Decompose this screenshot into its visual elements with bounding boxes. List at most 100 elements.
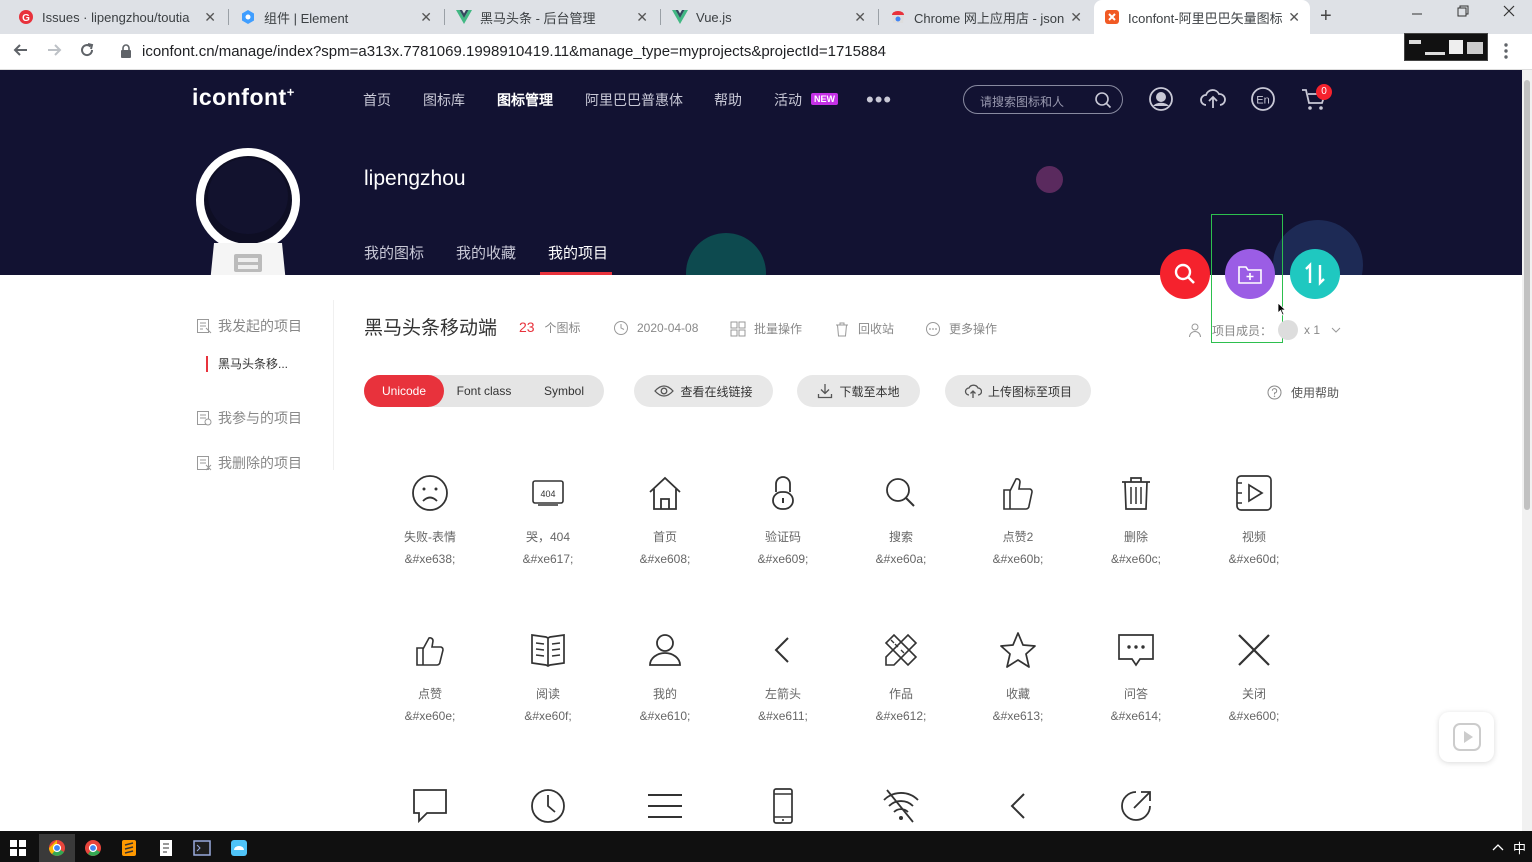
icon-card[interactable]: 点赞2 &#xe60b;: [959, 473, 1077, 566]
more-nav-button[interactable]: •••: [866, 87, 892, 113]
browser-tab-element[interactable]: 组件 | Element ✕: [230, 0, 442, 34]
icon-card[interactable]: 失败-表情 &#xe638;: [371, 473, 489, 566]
upload-cloud-icon[interactable]: [1199, 86, 1227, 117]
icon-card[interactable]: [606, 786, 724, 826]
video-icon: [1236, 475, 1272, 511]
sidebar-item-deleted[interactable]: 我删除的项目: [196, 453, 302, 473]
close-tab-icon[interactable]: ✕: [1070, 9, 1082, 26]
forward-arrow-icon[interactable]: [45, 41, 63, 64]
icon-count-value: 23: [519, 319, 535, 335]
icon-card[interactable]: 阅读 &#xe60f;: [489, 630, 607, 723]
icon-card[interactable]: 我的 &#xe610;: [606, 630, 724, 723]
project-members[interactable]: 项目成员： x 1: [1188, 320, 1350, 340]
icon-card[interactable]: [489, 786, 607, 826]
nav-activity[interactable]: 活动: [774, 90, 802, 110]
sidebar-item-joined[interactable]: 我参与的项目: [196, 408, 302, 428]
nav-icon-library[interactable]: 图标库: [423, 90, 465, 110]
back-arrow-icon[interactable]: [12, 41, 30, 64]
icon-card[interactable]: [959, 786, 1077, 826]
chrome-icon[interactable]: [39, 834, 75, 862]
active-tab-indicator: [540, 272, 612, 275]
upload-label: 上传图标至项目: [987, 384, 1072, 399]
ime-indicator[interactable]: 中: [1513, 838, 1526, 857]
browser-tab-admin[interactable]: 黑马头条 - 后台管理 ✕: [446, 0, 658, 34]
user-avatar-icon[interactable]: [1148, 86, 1174, 117]
iconfont-logo[interactable]: iconfont+: [192, 84, 295, 111]
usage-help-link[interactable]: 使用帮助: [1267, 384, 1339, 401]
segment-font-class[interactable]: Font class: [444, 375, 524, 407]
app-icon[interactable]: [221, 834, 257, 862]
icon-card[interactable]: [842, 786, 960, 826]
tab-my-projects[interactable]: 我的项目: [548, 242, 608, 263]
segment-unicode[interactable]: Unicode: [364, 375, 444, 407]
kebab-menu-icon[interactable]: [1503, 42, 1509, 65]
view-online-link-button[interactable]: 查看在线链接: [634, 375, 773, 407]
sublime-icon[interactable]: [111, 834, 147, 862]
icon-card[interactable]: 作品 &#xe612;: [842, 630, 960, 723]
close-tab-icon[interactable]: ✕: [854, 9, 866, 26]
notepad-icon[interactable]: [148, 834, 184, 862]
browser-tab-vuejs[interactable]: Vue.js ✕: [662, 0, 876, 34]
scrollbar-thumb[interactable]: [1524, 80, 1530, 510]
mouse-cursor-icon: [1277, 302, 1287, 321]
icon-card[interactable]: 404 哭，404 &#xe617;: [489, 473, 607, 566]
icon-card[interactable]: 搜索 &#xe60a;: [842, 473, 960, 566]
search-fab-button[interactable]: [1160, 249, 1210, 299]
browser-tab-chrome-store[interactable]: Chrome 网上应用店 - json ✕: [880, 0, 1092, 34]
browser-tab-iconfont[interactable]: Iconfont-阿里巴巴矢量图标 ✕: [1094, 0, 1310, 34]
profile-username: lipengzhou: [364, 167, 466, 190]
chrome-store-icon: [890, 9, 906, 25]
icon-card[interactable]: 验证码 &#xe609;: [724, 473, 842, 566]
icon-card[interactable]: 首页 &#xe608;: [606, 473, 724, 566]
terminal-icon[interactable]: [184, 834, 220, 862]
new-tab-button[interactable]: +: [1320, 5, 1332, 28]
window-close-icon[interactable]: [1502, 4, 1516, 21]
icon-card[interactable]: 删除 &#xe60c;: [1077, 473, 1195, 566]
sidebar-item-project[interactable]: 黑马头条移...: [206, 356, 288, 372]
nav-help[interactable]: 帮助: [714, 90, 742, 110]
icon-card[interactable]: [371, 786, 489, 826]
tab-my-favorites[interactable]: 我的收藏: [456, 242, 516, 263]
icon-card[interactable]: 问答 &#xe614;: [1077, 630, 1195, 723]
icon-card[interactable]: 收藏 &#xe613;: [959, 630, 1077, 723]
icon-card[interactable]: 关闭 &#xe600;: [1195, 630, 1313, 723]
restore-icon[interactable]: [1456, 4, 1470, 21]
minimize-icon[interactable]: [1410, 4, 1424, 21]
icon-card[interactable]: 点赞 &#xe60e;: [371, 630, 489, 723]
download-button[interactable]: 下载至本地: [797, 375, 920, 407]
sort-fab-button[interactable]: [1290, 249, 1340, 299]
chrome-icon[interactable]: [75, 834, 111, 862]
icon-card[interactable]: 左箭头 &#xe611;: [724, 630, 842, 723]
close-tab-icon[interactable]: ✕: [636, 9, 648, 26]
site-header: iconfont+ 首页 图标库 图标管理 阿里巴巴普惠体 帮助 活动 NEW …: [0, 70, 1522, 275]
windows-start-icon[interactable]: [0, 834, 36, 862]
search-icon[interactable]: [1094, 91, 1112, 112]
close-icon: [1238, 634, 1270, 666]
nav-icon-manage[interactable]: 图标管理: [497, 90, 553, 110]
browser-tab-github[interactable]: G Issues · lipengzhou/toutia ✕: [8, 0, 226, 34]
close-tab-icon[interactable]: ✕: [420, 9, 432, 26]
search-input[interactable]: 请搜索图标和人: [963, 85, 1123, 114]
icon-name: 删除: [1123, 530, 1148, 544]
url-input[interactable]: iconfont.cn/manage/index?spm=a313x.77810…: [142, 43, 886, 60]
chevron-up-icon[interactable]: [1491, 839, 1505, 857]
icon-card[interactable]: [1077, 786, 1195, 826]
play-video-button[interactable]: [1439, 712, 1494, 762]
nav-alibaba-font[interactable]: 阿里巴巴普惠体: [585, 90, 683, 110]
batch-operation-button[interactable]: 批量操作: [730, 320, 802, 337]
upload-icon-button[interactable]: 上传图标至项目: [945, 375, 1091, 407]
astronaut-avatar: [196, 148, 300, 275]
sidebar-item-created[interactable]: 我发起的项目: [196, 316, 302, 336]
tab-my-icons[interactable]: 我的图标: [364, 242, 424, 263]
close-tab-icon[interactable]: ✕: [1288, 9, 1300, 26]
more-operations-button[interactable]: 更多操作: [925, 320, 997, 337]
nav-home[interactable]: 首页: [363, 90, 391, 110]
recycle-bin-button[interactable]: 回收站: [834, 320, 894, 337]
close-tab-icon[interactable]: ✕: [204, 9, 216, 26]
icon-name: 验证码: [764, 530, 801, 544]
icon-card[interactable]: 视频 &#xe60d;: [1195, 473, 1313, 566]
icon-card[interactable]: [724, 786, 842, 826]
language-en-icon[interactable]: En: [1250, 86, 1276, 117]
segment-symbol[interactable]: Symbol: [524, 375, 604, 407]
reload-icon[interactable]: [78, 41, 96, 64]
